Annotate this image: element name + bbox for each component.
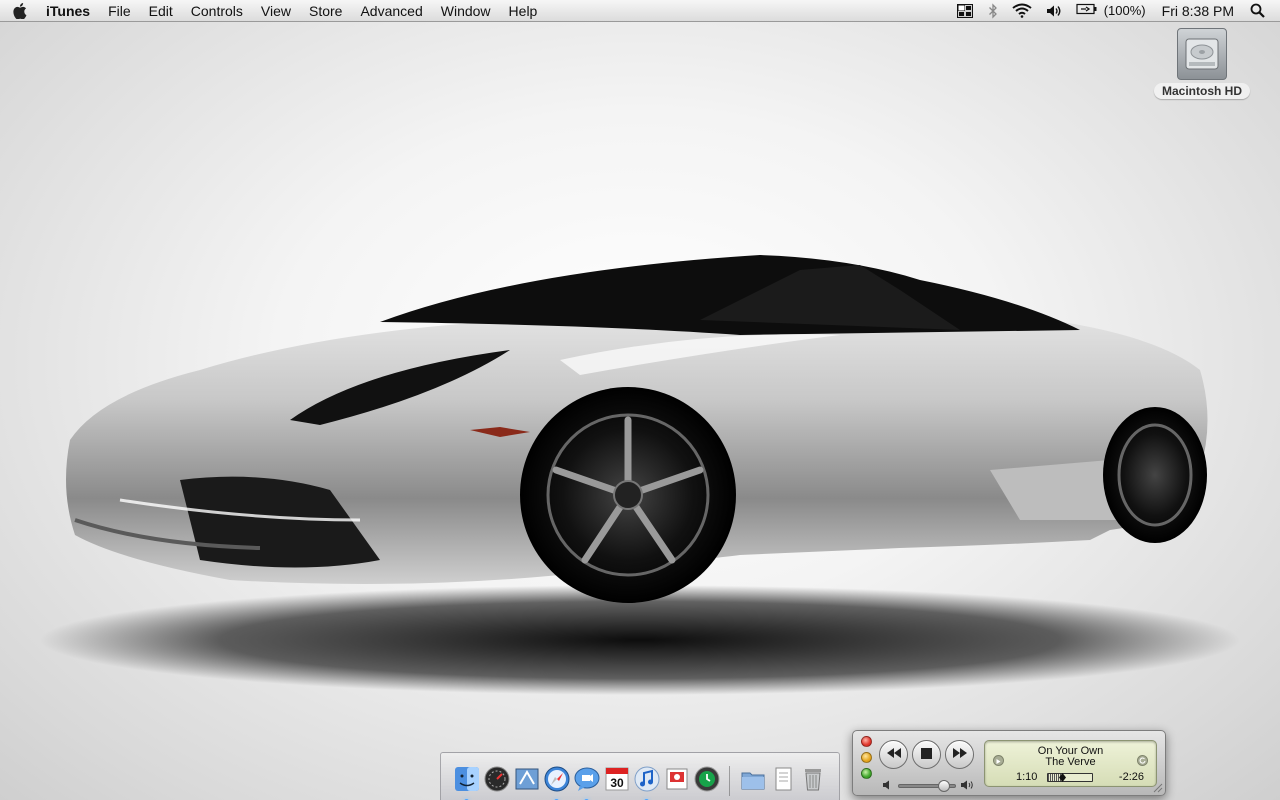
trash-icon bbox=[800, 766, 826, 797]
dock-itunes[interactable] bbox=[633, 766, 660, 800]
progress-bar[interactable] bbox=[1047, 773, 1093, 782]
desktop-icon-label: Macintosh HD bbox=[1153, 83, 1250, 99]
battery-icon bbox=[1076, 3, 1098, 18]
dock-preview[interactable] bbox=[663, 766, 690, 796]
volume-icon[interactable] bbox=[1039, 0, 1069, 22]
dock-mail[interactable] bbox=[513, 766, 540, 796]
hard-drive-icon bbox=[1177, 28, 1227, 80]
volume-low-icon bbox=[883, 777, 893, 795]
menu-window[interactable]: Window bbox=[432, 0, 500, 22]
resize-grip-icon[interactable] bbox=[1153, 783, 1163, 793]
window-controls bbox=[861, 736, 872, 779]
lcd-toggle-right-button[interactable] bbox=[1137, 755, 1148, 766]
desktop-icon-macintosh-hd[interactable]: Macintosh HD bbox=[1150, 28, 1254, 102]
dock-documents-stack[interactable] bbox=[769, 766, 796, 796]
safari-icon bbox=[544, 766, 570, 797]
play-small-icon bbox=[996, 755, 1001, 767]
battery-indicator[interactable]: (100%) bbox=[1069, 0, 1153, 22]
menu-extras: (100%) Fri 8:38 PM bbox=[949, 0, 1280, 21]
previous-track-button[interactable] bbox=[879, 740, 908, 769]
itunes-mini-player[interactable]: On Your Own The Verve 1:10 -2:26 bbox=[852, 730, 1166, 796]
mail-icon bbox=[514, 766, 540, 797]
spotlight-icon[interactable] bbox=[1243, 0, 1272, 22]
preview-icon bbox=[664, 766, 690, 797]
wallpaper-car-image bbox=[40, 255, 1240, 695]
dock-safari[interactable] bbox=[543, 766, 570, 800]
dock-trash[interactable] bbox=[799, 766, 826, 796]
documents-stack-icon bbox=[770, 766, 796, 797]
volume-slider-knob[interactable] bbox=[937, 780, 950, 792]
apple-menu-icon[interactable] bbox=[0, 0, 40, 22]
applications-folder-icon bbox=[740, 766, 766, 797]
menu-view[interactable]: View bbox=[252, 0, 300, 22]
remaining-time: -2:26 bbox=[1118, 771, 1144, 783]
zoom-button[interactable] bbox=[861, 768, 872, 779]
next-track-button[interactable] bbox=[945, 740, 974, 769]
elapsed-time: 1:10 bbox=[1016, 771, 1038, 783]
minimize-button[interactable] bbox=[861, 752, 872, 763]
playback-controls bbox=[879, 740, 974, 769]
dock-finder[interactable] bbox=[453, 766, 480, 800]
lcd-toggle-left-button[interactable] bbox=[993, 755, 1004, 766]
stop-icon bbox=[921, 746, 932, 764]
close-button[interactable] bbox=[861, 736, 872, 747]
menu-file[interactable]: File bbox=[99, 0, 140, 22]
volume-high-icon bbox=[961, 777, 974, 795]
menu-help[interactable]: Help bbox=[500, 0, 547, 22]
menu-store[interactable]: Store bbox=[300, 0, 351, 22]
dashboard-icon bbox=[484, 766, 510, 797]
volume-control bbox=[883, 777, 974, 795]
finder-icon bbox=[454, 766, 480, 797]
dock-applications-stack[interactable] bbox=[739, 766, 766, 796]
dock-separator bbox=[729, 766, 730, 796]
bluetooth-icon[interactable] bbox=[981, 0, 1005, 22]
ical-icon: 30 bbox=[604, 766, 630, 797]
play-stop-button[interactable] bbox=[912, 740, 941, 769]
dock-items: 30 bbox=[453, 756, 826, 800]
menu-edit[interactable]: Edit bbox=[140, 0, 182, 22]
refresh-small-icon bbox=[1139, 755, 1146, 767]
dock-time-machine[interactable] bbox=[693, 766, 720, 796]
ical-badge: 30 bbox=[610, 776, 624, 790]
menu-bar: iTunes File Edit Controls View Store Adv… bbox=[0, 0, 1280, 22]
rewind-icon bbox=[886, 746, 902, 764]
menu-controls[interactable]: Controls bbox=[182, 0, 252, 22]
progress-knob[interactable] bbox=[1059, 773, 1067, 782]
now-playing-display: On Your Own The Verve 1:10 -2:26 bbox=[984, 740, 1157, 787]
menu-bar-left: iTunes File Edit Controls View Store Adv… bbox=[0, 0, 546, 21]
ichat-icon bbox=[574, 766, 600, 797]
dock-ichat[interactable] bbox=[573, 766, 600, 800]
battery-percent: (100%) bbox=[1103, 3, 1146, 18]
menu-advanced[interactable]: Advanced bbox=[351, 0, 431, 22]
dock-dashboard[interactable] bbox=[483, 766, 510, 796]
menu-clock[interactable]: Fri 8:38 PM bbox=[1153, 3, 1243, 19]
dock-ical[interactable]: 30 bbox=[603, 766, 630, 796]
itunes-icon bbox=[634, 766, 660, 797]
spaces-icon[interactable] bbox=[949, 0, 981, 22]
volume-slider[interactable] bbox=[898, 780, 956, 792]
artist-name: The Verve bbox=[1045, 756, 1096, 768]
wifi-icon[interactable] bbox=[1005, 0, 1039, 22]
time-machine-icon bbox=[694, 766, 720, 797]
app-menu[interactable]: iTunes bbox=[40, 0, 99, 22]
fast-forward-icon bbox=[952, 746, 968, 764]
